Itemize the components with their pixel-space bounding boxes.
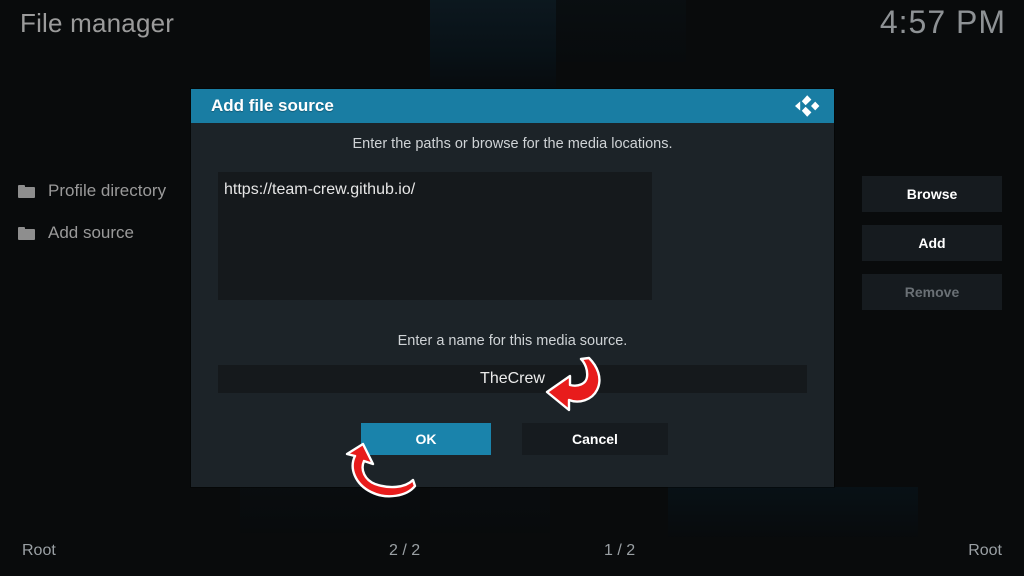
list-item[interactable]: https://team-crew.github.io/	[218, 172, 652, 199]
add-button[interactable]: Add	[862, 225, 1002, 261]
status-bar: Root 2 / 2 1 / 2 Root	[0, 530, 1024, 576]
kodi-logo-icon	[795, 95, 820, 117]
source-name-value: TheCrew	[480, 370, 545, 387]
ok-button[interactable]: OK	[361, 423, 491, 455]
dialog-title-bar: Add file source	[191, 89, 834, 123]
sidebar-item-label: Add source	[48, 223, 134, 242]
browse-button[interactable]: Browse	[862, 176, 1002, 212]
status-middle-left: 2 / 2	[389, 542, 421, 559]
sidebar-item-add-source[interactable]: Add source	[0, 212, 190, 254]
sidebar-item-profile-directory[interactable]: Profile directory	[0, 170, 190, 212]
clock: 4:57 PM	[879, 4, 1006, 40]
status-left: Root	[22, 542, 56, 559]
folder-icon	[18, 226, 35, 240]
name-hint-label: Enter a name for this media source.	[397, 333, 628, 349]
top-bar: File manager 4:57 PM	[0, 0, 1024, 58]
background-panel	[240, 487, 420, 533]
sidebar-item-label: Profile directory	[48, 181, 167, 200]
sidebar: Profile directory Add source	[0, 170, 190, 254]
paths-hint-label: Enter the paths or browse for the media …	[352, 136, 673, 152]
source-name-input[interactable]: TheCrew	[218, 365, 807, 393]
paths-list[interactable]: https://team-crew.github.io/	[218, 172, 652, 300]
page-title: File manager	[20, 8, 175, 38]
status-right: Root	[968, 542, 1002, 559]
background-panel	[430, 487, 550, 533]
add-file-source-dialog: Add file source Enter the paths or brows…	[191, 89, 1002, 487]
cancel-button[interactable]: Cancel	[522, 423, 668, 455]
status-middle-right: 1 / 2	[604, 542, 636, 559]
folder-icon	[18, 184, 35, 198]
dialog-title: Add file source	[211, 96, 334, 115]
remove-button: Remove	[862, 274, 1002, 310]
